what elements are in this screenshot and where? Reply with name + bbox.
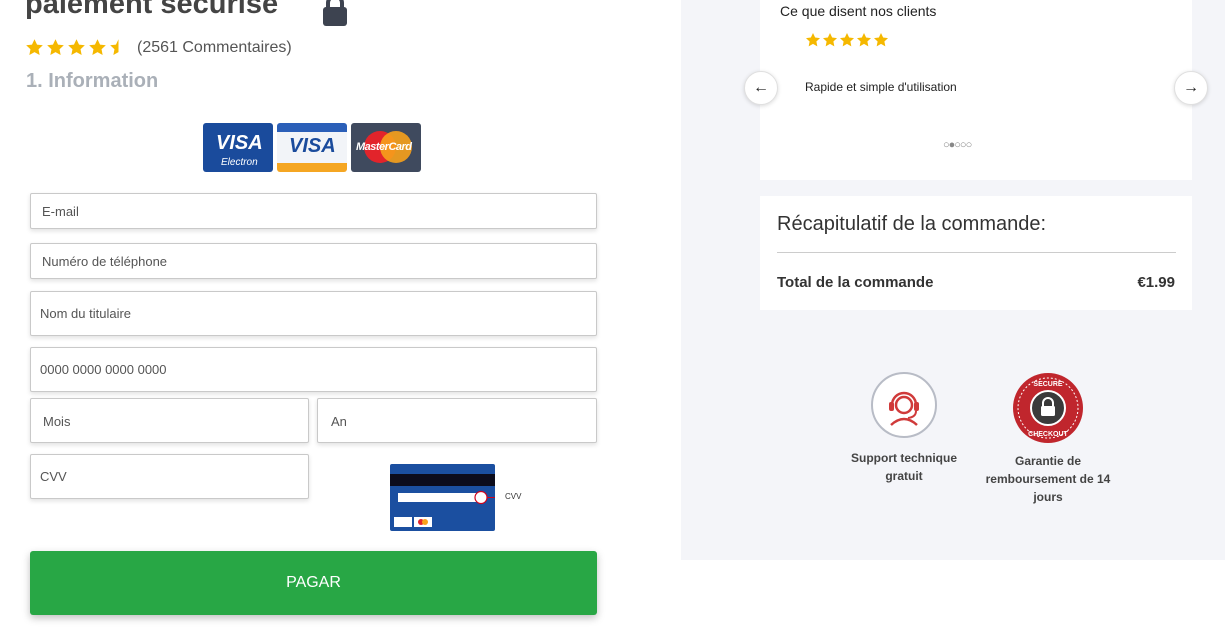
carousel-prev-button[interactable]: ← (744, 71, 778, 105)
step-title: 1. Information (26, 70, 159, 92)
testimonial-heading: Ce que disent nos clients (780, 3, 937, 19)
order-summary: Récapitulatif de la commande: Total de l… (760, 196, 1192, 310)
star-icon (823, 33, 837, 47)
rating-stars (25, 38, 128, 58)
expiry-month-select[interactable]: Mois (30, 398, 309, 443)
divider (777, 252, 1176, 253)
email-field[interactable] (30, 193, 597, 229)
checkout-form-panel: paiement sécurisé (2561 Commentaires) 1.… (0, 0, 681, 629)
cardholder-name-field[interactable] (30, 291, 597, 336)
arrow-left-icon: ← (753, 79, 769, 96)
testimonial-card: Ce que disent nos clients Rapide et simp… (760, 0, 1192, 180)
mastercard-logo: MasterCard (351, 123, 421, 172)
review-count: (2561 Commentaires) (137, 39, 292, 56)
summary-title: Récapitulatif de la commande: (777, 213, 1047, 235)
testimonial-stars (805, 32, 889, 48)
payment-logos: VISA Electron VISA MasterCard (203, 123, 421, 172)
star-icon (26, 39, 43, 56)
star-icon (806, 33, 820, 47)
total-label: Total de la commande (777, 274, 934, 291)
cvv-hint-label: CVV (505, 492, 522, 501)
star-icon (89, 39, 106, 56)
star-icon (840, 33, 854, 47)
headset-support-icon (871, 372, 937, 438)
secure-checkout-seal-icon: SECURE CHECKOUT (1013, 373, 1083, 443)
guarantee-label: Garantie de remboursement de 14 jours (985, 454, 1111, 504)
testimonial-text: Rapide et simple d'utilisation (805, 80, 957, 94)
total-value: €1.99 (1137, 274, 1175, 291)
support-label: Support technique gratuit (851, 451, 957, 483)
carousel-next-button[interactable]: → (1174, 71, 1208, 105)
cvv-field[interactable] (30, 454, 309, 499)
cvv-card-illustration (390, 464, 495, 531)
svg-text:SECURE: SECURE (1033, 381, 1063, 388)
expiry-year-select[interactable]: An (317, 398, 597, 443)
arrow-right-icon: → (1183, 79, 1199, 96)
card-number-field[interactable] (30, 347, 597, 392)
star-icon (68, 39, 85, 56)
star-icon (47, 39, 64, 56)
pay-button[interactable]: PAGAR (30, 551, 597, 615)
visa-logo: VISA (277, 123, 347, 172)
star-icon (857, 33, 871, 47)
lock-icon (323, 0, 347, 26)
page-title: paiement sécurisé (25, 0, 279, 20)
star-icon (874, 33, 888, 47)
svg-text:CHECKOUT: CHECKOUT (1028, 431, 1068, 438)
star-half-icon (110, 39, 119, 56)
visa-electron-logo: VISA Electron (203, 123, 273, 172)
phone-field[interactable] (30, 243, 597, 279)
carousel-dots[interactable]: ○●○○○ (943, 139, 972, 151)
